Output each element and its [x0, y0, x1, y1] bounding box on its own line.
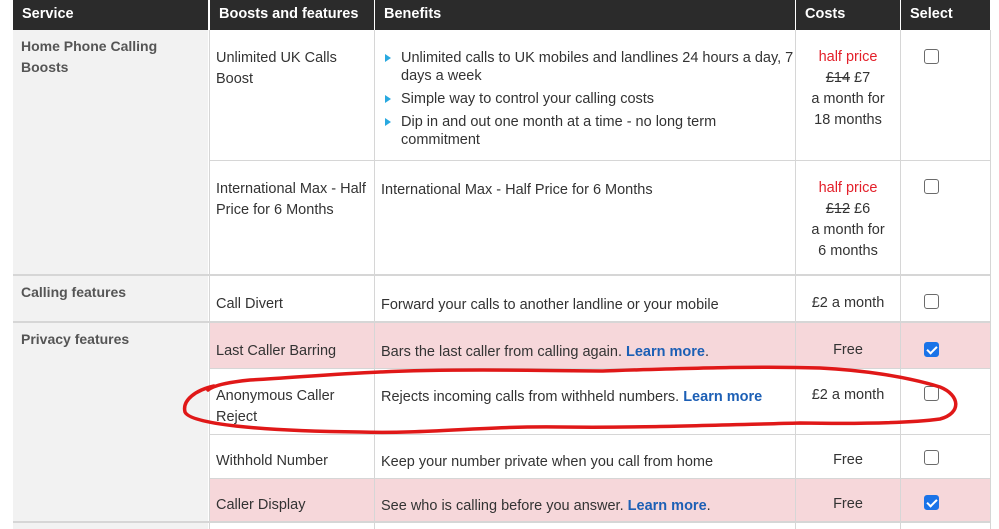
- benefit-text: See who is calling before you answer. Le…: [375, 479, 795, 521]
- select-checkbox-checked[interactable]: [924, 495, 939, 510]
- service-label: Privacy features: [21, 331, 130, 347]
- header-costs: Costs: [796, 0, 900, 30]
- benefit-item: Unlimited calls to UK mobiles and landli…: [381, 49, 795, 85]
- select-cell: [901, 435, 990, 478]
- service-next: [13, 523, 208, 529]
- select-cell: [901, 276, 990, 321]
- header-boosts: Boosts and features: [210, 0, 374, 30]
- cost-text: £2 a month: [796, 369, 900, 434]
- select-checkbox[interactable]: [924, 450, 939, 465]
- learn-more-link[interactable]: Learn more: [683, 389, 762, 405]
- price: £12 £6: [796, 199, 900, 220]
- price-term: a month for 6 months: [811, 222, 885, 259]
- boost-name: Last Caller Barring: [210, 323, 374, 368]
- service-label: Home Phone Calling Boosts: [21, 38, 158, 75]
- learn-more-link[interactable]: Learn more: [628, 498, 707, 514]
- select-cell: [901, 30, 990, 160]
- service-calling: Calling features: [13, 276, 208, 321]
- select-checkbox[interactable]: [924, 386, 939, 401]
- benefit-text: Keep your number private when you call f…: [375, 435, 795, 478]
- service-home-phone: Home Phone Calling Boosts: [13, 30, 208, 274]
- divider: [13, 521, 990, 523]
- cost-text: Free: [796, 323, 900, 368]
- boost-name: Anonymous Caller Reject: [210, 369, 374, 434]
- benefit-text: Rejects incoming calls from withheld num…: [375, 369, 795, 434]
- benefits-list: Unlimited calls to UK mobiles and landli…: [375, 30, 795, 160]
- old-price: £14: [825, 70, 851, 86]
- divider: [210, 434, 990, 435]
- divider: [13, 274, 990, 276]
- benefit-text: Forward your calls to another landline o…: [375, 276, 795, 321]
- triangle-bullet-icon: [385, 95, 391, 103]
- learn-more-link[interactable]: Learn more: [626, 344, 705, 360]
- boost-name: Call Divert: [210, 276, 374, 321]
- header-service: Service: [13, 0, 208, 30]
- select-checkbox[interactable]: [924, 294, 939, 309]
- cost-cell: half price £14 £7 a month for 18 months: [796, 30, 900, 160]
- boost-name: Caller Display: [210, 479, 374, 521]
- cost-text: £2 a month: [796, 276, 900, 321]
- benefit-item: Simple way to control your calling costs: [381, 90, 795, 108]
- divider: [13, 321, 990, 323]
- select-cell: [901, 369, 990, 434]
- boost-name: Unlimited UK Calls Boost: [210, 30, 374, 160]
- new-price: £6: [854, 201, 871, 217]
- triangle-bullet-icon: [385, 54, 391, 62]
- service-privacy: Privacy features: [13, 323, 208, 521]
- divider: [209, 30, 210, 529]
- benefit-item: Dip in and out one month at a time - no …: [381, 113, 795, 149]
- select-checkbox-checked[interactable]: [924, 342, 939, 357]
- divider: [900, 30, 901, 529]
- price: £14 £7: [796, 68, 900, 89]
- divider: [795, 30, 796, 529]
- benefit-text: International Max - Half Price for 6 Mon…: [375, 161, 795, 274]
- boost-name: Withhold Number: [210, 435, 374, 478]
- cost-text: Free: [796, 435, 900, 478]
- select-cell: [901, 479, 990, 521]
- select-checkbox[interactable]: [924, 179, 939, 194]
- divider: [210, 160, 990, 161]
- header-select: Select: [901, 0, 990, 30]
- divider: [210, 478, 990, 479]
- triangle-bullet-icon: [385, 118, 391, 126]
- cost-text: Free: [796, 479, 900, 521]
- select-cell: [901, 323, 990, 368]
- half-price-label: half price: [818, 49, 878, 65]
- benefit-text: Bars the last caller from calling again.…: [375, 323, 795, 368]
- cost-cell: half price £12 £6 a month for 6 months: [796, 161, 900, 274]
- new-price: £7: [854, 70, 871, 86]
- divider: [990, 30, 991, 529]
- price-term: a month for 18 months: [811, 91, 885, 128]
- select-cell: [901, 161, 990, 274]
- divider: [210, 368, 990, 369]
- header-benefits: Benefits: [375, 0, 795, 30]
- divider: [374, 30, 375, 529]
- half-price-label: half price: [818, 180, 878, 196]
- boost-name: International Max - Half Price for 6 Mon…: [210, 161, 374, 274]
- service-label: Calling features: [21, 284, 127, 300]
- select-checkbox[interactable]: [924, 49, 939, 64]
- old-price: £12: [825, 201, 851, 217]
